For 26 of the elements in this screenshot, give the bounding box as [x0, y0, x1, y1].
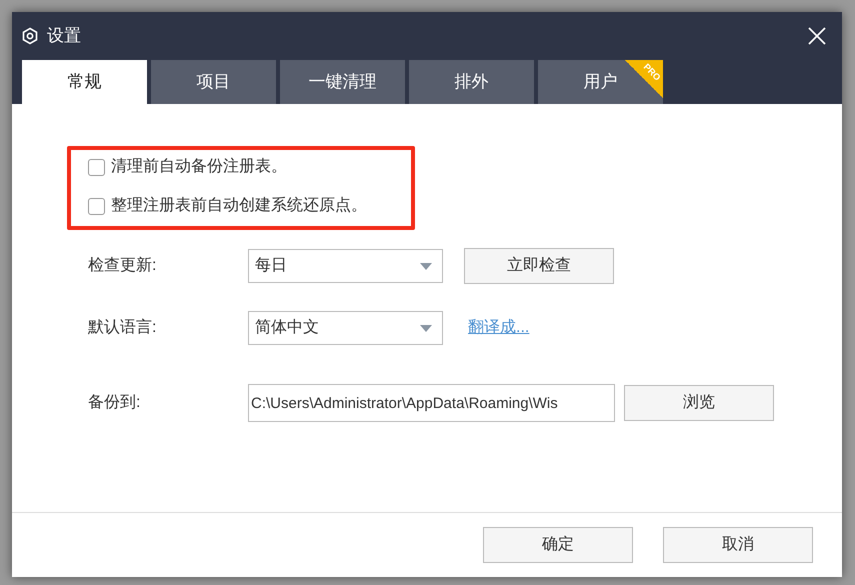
tab[interactable]: 排外 [409, 60, 534, 104]
checkbox[interactable] [88, 158, 105, 176]
checkbox[interactable] [88, 198, 105, 214]
language-dropdown[interactable]: 简体中文 [248, 311, 443, 345]
close-icon [808, 27, 826, 45]
dropdown-caret-icon [420, 262, 432, 270]
dialog-button[interactable]: 确定 [483, 527, 633, 563]
settings-icon [21, 27, 39, 45]
check-now-button[interactable]: 立即检查 [464, 248, 614, 284]
tab[interactable]: 一键清理 [280, 60, 405, 104]
tab[interactable]: 常规 [22, 60, 147, 104]
backup-path-field[interactable]: C:\Users\Administrator\AppData\Roaming\Wis [248, 384, 615, 422]
field-label: 默认语言: [88, 318, 158, 338]
field-label: 备份到: [88, 393, 142, 413]
dropdown-value: 每日 [255, 256, 287, 276]
dropdown-caret-icon [420, 324, 432, 332]
window-title: 设置 [47, 25, 81, 48]
field-label: 检查更新: [88, 256, 158, 276]
tab[interactable]: 项目 [151, 60, 276, 104]
frequency-dropdown[interactable]: 每日 [248, 249, 443, 283]
dropdown-value: 简体中文 [255, 318, 319, 338]
checkbox-label: 整理注册表前自动创建系统还原点。 [111, 196, 367, 216]
close-button[interactable] [806, 25, 828, 47]
dialog-button[interactable]: 取消 [663, 527, 813, 563]
checkbox-label: 清理前自动备份注册表。 [111, 156, 287, 177]
browse-button[interactable]: 浏览 [624, 385, 774, 421]
